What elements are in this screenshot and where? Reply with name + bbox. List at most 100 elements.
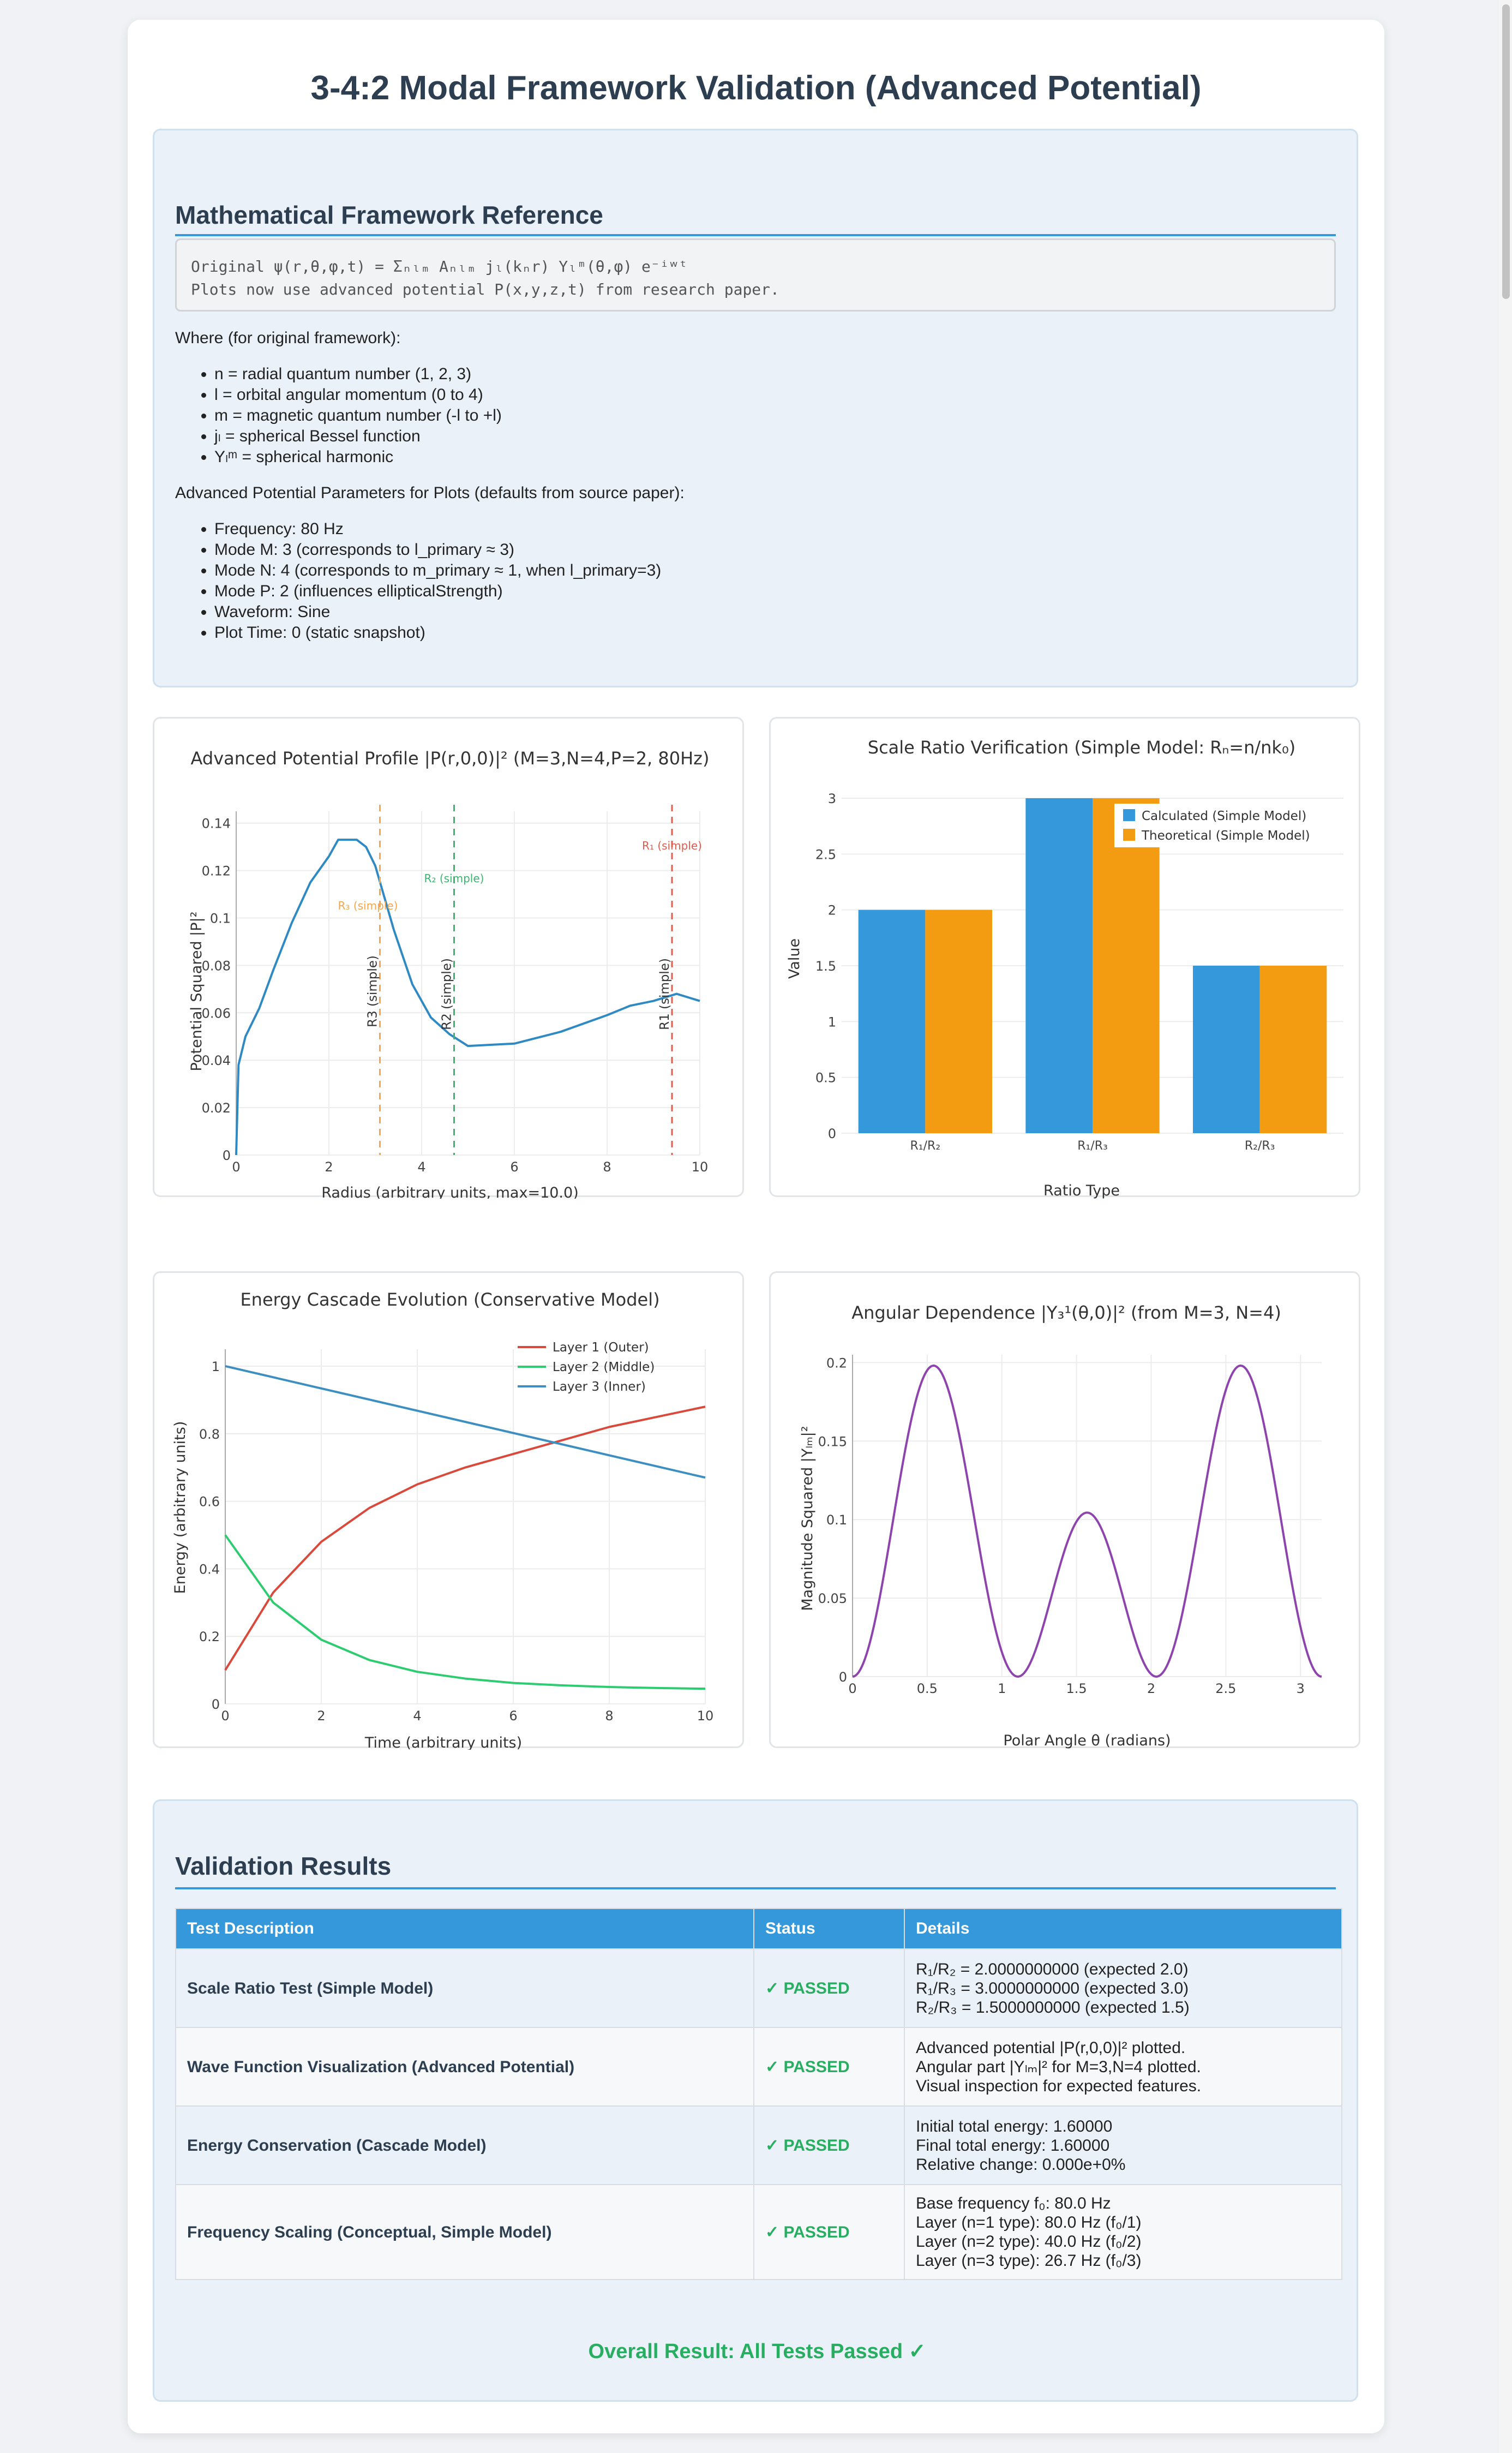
y-tick-label: 0.02: [202, 1100, 231, 1116]
column-header-test: Test Description: [175, 1908, 754, 1949]
potential-profile-chart: Advanced Potential Profile |P(r,0,0)|² (…: [153, 717, 744, 1199]
x-tick-label: 2: [1147, 1681, 1155, 1696]
y-tick-label: 0.1: [210, 911, 231, 926]
x-tick-label: 1.5: [1066, 1681, 1087, 1696]
x-tick-label: 8: [605, 1708, 613, 1724]
bar-calculated: [1025, 798, 1093, 1133]
chart-title: Scale Ratio Verification (Simple Model: …: [868, 737, 1296, 758]
table-header-row: Test Description Status Details: [175, 1908, 1342, 1949]
scrollbar[interactable]: [1499, 0, 1512, 2453]
detail-line: R₁/R₃ = 3.0000000000 (expected 3.0): [916, 1979, 1189, 1997]
detail-line: Advanced potential |P(r,0,0)|² plotted.: [916, 2038, 1186, 2057]
equation-line-1: Original ψ(r,θ,φ,t) = Σₙₗₘ Aₙₗₘ jₗ(kₙr) …: [191, 258, 688, 276]
detail-line: R₁/R₂ = 2.0000000000 (expected 2.0): [916, 1960, 1189, 1978]
legend-label: Calculated (Simple Model): [1142, 809, 1306, 823]
x-tick-label: 2.5: [1215, 1681, 1236, 1696]
x-tick-label: 6: [510, 1159, 518, 1175]
x-tick-label: 10: [697, 1708, 714, 1724]
x-axis-label: Ratio Type: [1043, 1182, 1120, 1199]
heading-rule: [175, 1887, 1336, 1889]
test-details: Initial total energy: 1.60000 Final total…: [904, 2105, 1342, 2185]
x-tick-label: 3: [1297, 1681, 1305, 1696]
angular-line: [852, 1364, 1322, 1678]
bar-theoretical: [1093, 798, 1160, 1133]
legend-swatch: [1123, 829, 1135, 841]
bar-theoretical: [1259, 966, 1327, 1133]
equation-code-block: Original ψ(r,θ,φ,t) = Σₙₗₘ Aₙₗₘ jₗ(kₙr) …: [175, 238, 1336, 312]
params-label: Advanced Potential Parameters for Plots …: [175, 484, 685, 502]
column-header-details: Details: [904, 1908, 1342, 1949]
radius-marker-top-label: R₂ (simple): [424, 872, 484, 885]
test-name: Frequency Scaling (Conceptual, Simple Mo…: [175, 2184, 754, 2280]
angular-dependence-svg: Angular Dependence |Y₃¹(θ,0)|² (from M=3…: [799, 1302, 1322, 1749]
heading-rule: [175, 234, 1336, 236]
x-tick-label: 2: [325, 1159, 333, 1175]
detail-line: Initial total energy: 1.60000: [916, 2117, 1113, 2135]
x-tick-label: 10: [692, 1159, 709, 1175]
x-axis-label: Time (arbitrary units): [364, 1734, 522, 1750]
legend-swatch: [1123, 809, 1135, 821]
legend-label: Theoretical (Simple Model): [1141, 829, 1310, 843]
scale-ratio-svg: Scale Ratio Verification (Simple Model: …: [786, 737, 1343, 1199]
y-tick-label: 1: [828, 1014, 836, 1030]
radius-marker-top-label: R₁ (simple): [642, 839, 702, 852]
x-tick-label: 6: [509, 1708, 517, 1724]
definitions-list: n = radial quantum number (1, 2, 3)l = o…: [214, 364, 502, 468]
detail-line: Base frequency f₀: 80.0 Hz: [916, 2194, 1111, 2212]
y-tick-label: 0: [212, 1697, 220, 1712]
y-tick-label: 0.2: [826, 1355, 847, 1371]
detail-line: Layer (n=1 type): 80.0 Hz (f₀/1): [916, 2213, 1142, 2231]
test-name: Scale Ratio Test (Simple Model): [175, 1948, 754, 2028]
bar-theoretical: [925, 910, 992, 1133]
definition-item: Yₗᵐ = spherical harmonic: [214, 447, 502, 468]
column-header-status: Status: [753, 1908, 905, 1949]
y-tick-label: 0.1: [826, 1512, 847, 1528]
detail-line: Relative change: 0.000e+0%: [916, 2155, 1126, 2174]
y-tick-label: 0.05: [818, 1591, 847, 1606]
y-tick-label: 0: [828, 1126, 836, 1141]
x-tick-label: 0: [221, 1708, 229, 1724]
radius-marker-label: R1 (simple): [658, 958, 672, 1030]
angular-dependence-chart: Angular Dependence |Y₃¹(θ,0)|² (from M=3…: [769, 1271, 1360, 1749]
energy-cascade-svg: Energy Cascade Evolution (Conservative M…: [172, 1289, 714, 1750]
test-details: R₁/R₂ = 2.0000000000 (expected 2.0) R₁/R₃…: [904, 1948, 1342, 2028]
reference-heading: Mathematical Framework Reference: [175, 201, 603, 229]
table-row: Energy Conservation (Cascade Model) ✓ PAS…: [175, 2105, 1342, 2185]
chart-title: Energy Cascade Evolution (Conservative M…: [240, 1289, 659, 1310]
x-tick-label: R₁/R₃: [1077, 1139, 1108, 1153]
results-heading: Validation Results: [175, 1852, 392, 1880]
y-tick-label: 2.5: [815, 847, 836, 862]
y-tick-label: 0.15: [818, 1434, 847, 1449]
detail-line: Visual inspection for expected features.: [916, 2077, 1202, 2095]
definition-item: m = magnetic quantum number (-l to +l): [214, 405, 502, 426]
overall-result: Overall Result: All Tests Passed ✓: [588, 2340, 926, 2363]
y-tick-label: 0.06: [202, 1006, 231, 1021]
series-line-2: [224, 1534, 706, 1690]
x-axis-label: Polar Angle θ (radians): [1003, 1732, 1171, 1749]
y-axis-label: Energy (arbitrary units): [172, 1421, 189, 1594]
status-badge: ✓ PASSED: [753, 2027, 905, 2107]
y-tick-label: 0.6: [199, 1494, 220, 1510]
scale-ratio-chart: Scale Ratio Verification (Simple Model: …: [769, 717, 1360, 1199]
detail-line: Layer (n=3 type): 26.7 Hz (f₀/3): [916, 2252, 1142, 2270]
scrollbar-thumb[interactable]: [1502, 4, 1510, 299]
test-name: Energy Conservation (Cascade Model): [175, 2105, 754, 2185]
test-details: Base frequency f₀: 80.0 Hz Layer (n=1 typ…: [904, 2184, 1342, 2280]
x-tick-label: 2: [317, 1708, 325, 1724]
y-tick-label: 0.12: [202, 864, 231, 879]
y-tick-label: 0: [839, 1670, 847, 1685]
parameter-item: Frequency: 80 Hz: [214, 519, 661, 540]
parameter-item: Plot Time: 0 (static snapshot): [214, 623, 661, 643]
y-tick-label: 0.4: [199, 1561, 220, 1577]
x-tick-label: R₂/R₃: [1245, 1139, 1275, 1153]
page-title: 3-4:2 Modal Framework Validation (Advanc…: [310, 69, 1202, 107]
potential-profile-svg: Advanced Potential Profile |P(r,0,0)|² (…: [188, 748, 709, 1199]
definition-item: n = radial quantum number (1, 2, 3): [214, 364, 502, 385]
x-tick-label: 8: [603, 1159, 611, 1175]
y-axis-label: Value: [786, 938, 803, 979]
x-tick-label: R₁/R₂: [910, 1139, 941, 1153]
parameter-item: Mode M: 3 (corresponds to l_primary ≈ 3): [214, 540, 661, 560]
x-tick-label: 4: [413, 1708, 421, 1724]
radius-marker-label: R2 (simple): [440, 958, 454, 1030]
test-details: Advanced potential |P(r,0,0)|² plotted. A…: [904, 2027, 1342, 2107]
